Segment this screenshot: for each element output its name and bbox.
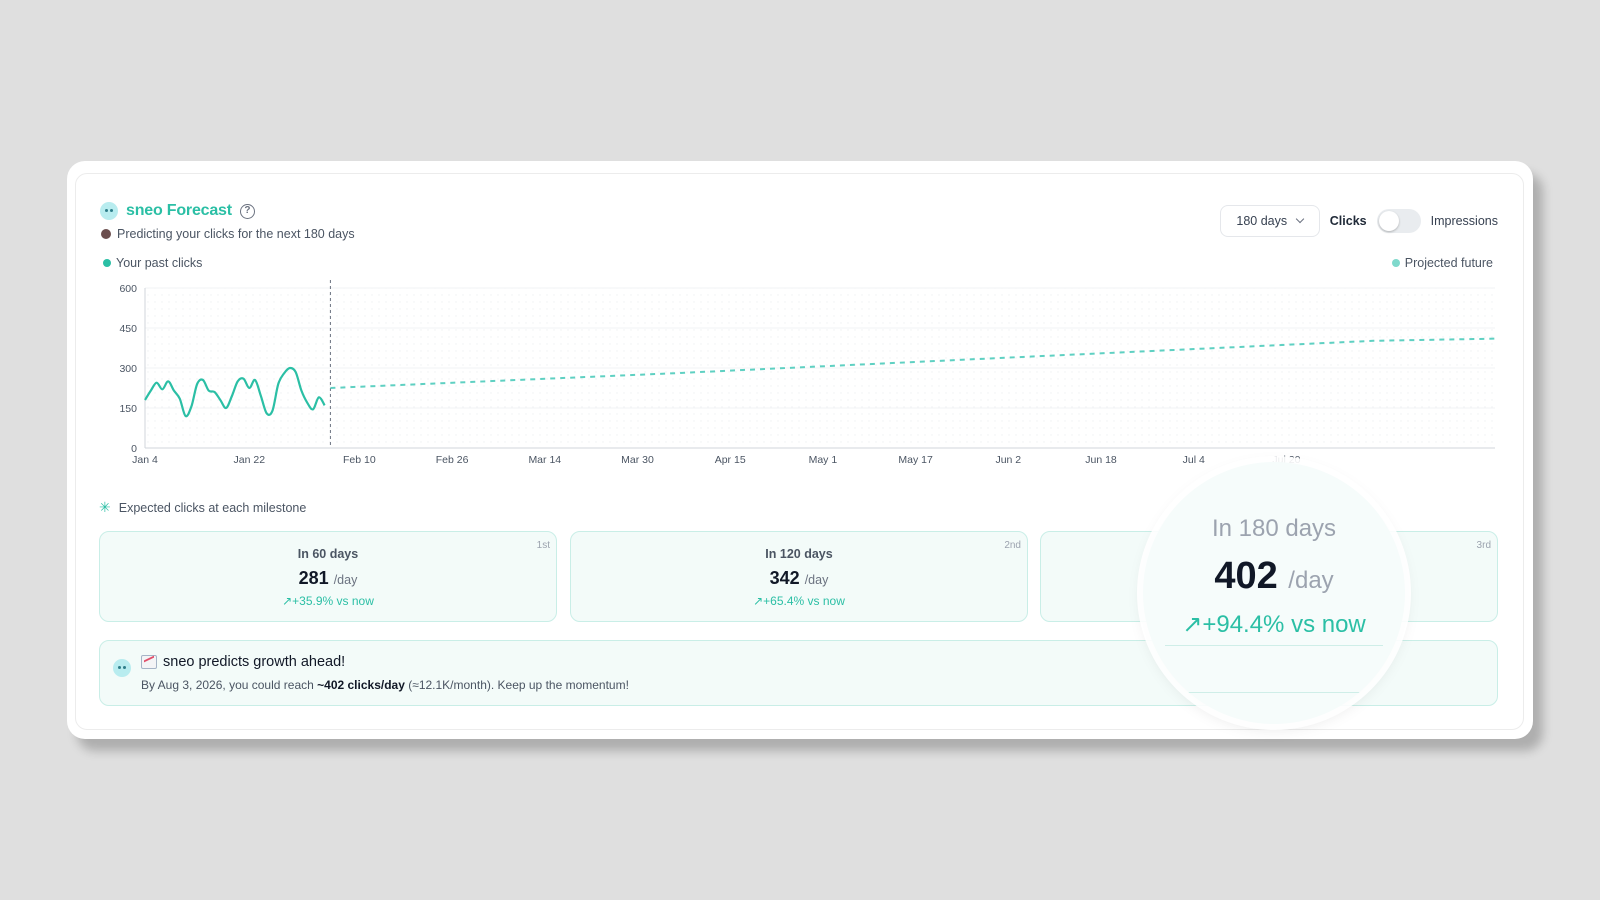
x-tick-label: Jan 22	[234, 454, 266, 466]
milestone-card: 2nd In 120 days 342 /day ↗+65.4% vs now	[570, 531, 1028, 622]
milestone-rank: 3rd	[1476, 540, 1491, 551]
magnified-milestone-value: 402	[1214, 555, 1278, 597]
magnifier-callout: In 180 days 402 /day ↗+94.4% vs now	[1143, 462, 1405, 724]
milestone-change-row: ↗+65.4% vs now	[571, 594, 1027, 608]
magnified-milestone-value-row: 402 /day	[1143, 555, 1405, 598]
magnified-milestone-change: +94.4% vs now	[1202, 611, 1366, 638]
milestone-rank: 2nd	[1004, 540, 1021, 551]
magnifier-divider	[1165, 692, 1383, 693]
x-tick-label: Jun 2	[995, 454, 1021, 466]
x-tick-label: May 17	[898, 454, 933, 466]
milestone-unit: /day	[333, 573, 358, 587]
x-tick-label: Mar 14	[528, 454, 561, 466]
milestone-label: In 120 days	[765, 547, 833, 561]
milestone-change-row: ↗+35.9% vs now	[100, 594, 556, 608]
milestone-value-row: 342 /day	[571, 568, 1027, 589]
trend-up-icon: ↗	[753, 594, 764, 608]
milestones-heading: ✳ Expected clicks at each milestone	[99, 499, 306, 516]
trend-up-icon: ↗	[282, 594, 293, 608]
sparkle-icon: ✳	[99, 499, 111, 515]
milestone-value-row: 281 /day	[100, 568, 556, 589]
banner-text-suffix: (≈12.1K/month). Keep up the momentum!	[408, 678, 629, 692]
banner-text-bold: ~402 clicks/day	[317, 678, 405, 692]
banner-title-row: sneo predicts growth ahead!	[141, 654, 345, 670]
x-tick-label: Jan 4	[132, 454, 158, 466]
x-tick-label: Apr 15	[715, 454, 746, 466]
banner-text-prefix: By Aug 3, 2026, you could reach	[141, 678, 314, 692]
y-tick-label: 450	[119, 323, 137, 335]
y-tick-label: 600	[119, 283, 137, 295]
banner-title: sneo predicts growth ahead!	[163, 654, 346, 670]
x-tick-label: May 1	[809, 454, 838, 466]
chart-increasing-icon	[141, 655, 157, 669]
forecast-chart: 0150300450600Jan 4 Jan 22 Feb 10 Feb 26 Mar …	[119, 280, 1496, 466]
magnified-milestone-label: In 180 days	[1211, 515, 1337, 542]
x-tick-label: Feb 10	[343, 454, 376, 466]
banner-text: By Aug 3, 2026, you could reach ~402 cli…	[141, 678, 629, 692]
trend-up-icon: ↗	[1182, 611, 1203, 638]
x-tick-label: Feb 26	[436, 454, 469, 466]
x-tick-label: Mar 30	[621, 454, 654, 466]
milestone-rank: 1st	[536, 540, 550, 551]
magnified-milestone-unit: /day	[1288, 567, 1334, 594]
milestone-change: +65.4% vs now	[763, 594, 845, 608]
sneo-logo-icon	[113, 659, 131, 677]
x-tick-label: Jul 4	[1183, 454, 1205, 466]
milestones-heading-text: Expected clicks at each milestone	[118, 500, 307, 515]
x-tick-label: Jun 18	[1085, 454, 1117, 466]
magnifier-divider	[1165, 645, 1383, 646]
milestone-card: 1st In 60 days 281 /day ↗+35.9% vs now	[99, 531, 557, 622]
magnified-change-row: ↗+94.4% vs now	[1143, 610, 1405, 639]
y-tick-label: 150	[119, 403, 137, 415]
milestone-change: +35.9% vs now	[292, 594, 374, 608]
milestone-value: 281	[298, 568, 329, 588]
milestone-unit: /day	[804, 573, 829, 587]
milestone-value: 342	[769, 568, 800, 588]
milestone-label: In 60 days	[297, 547, 359, 561]
y-tick-label: 300	[119, 363, 137, 375]
